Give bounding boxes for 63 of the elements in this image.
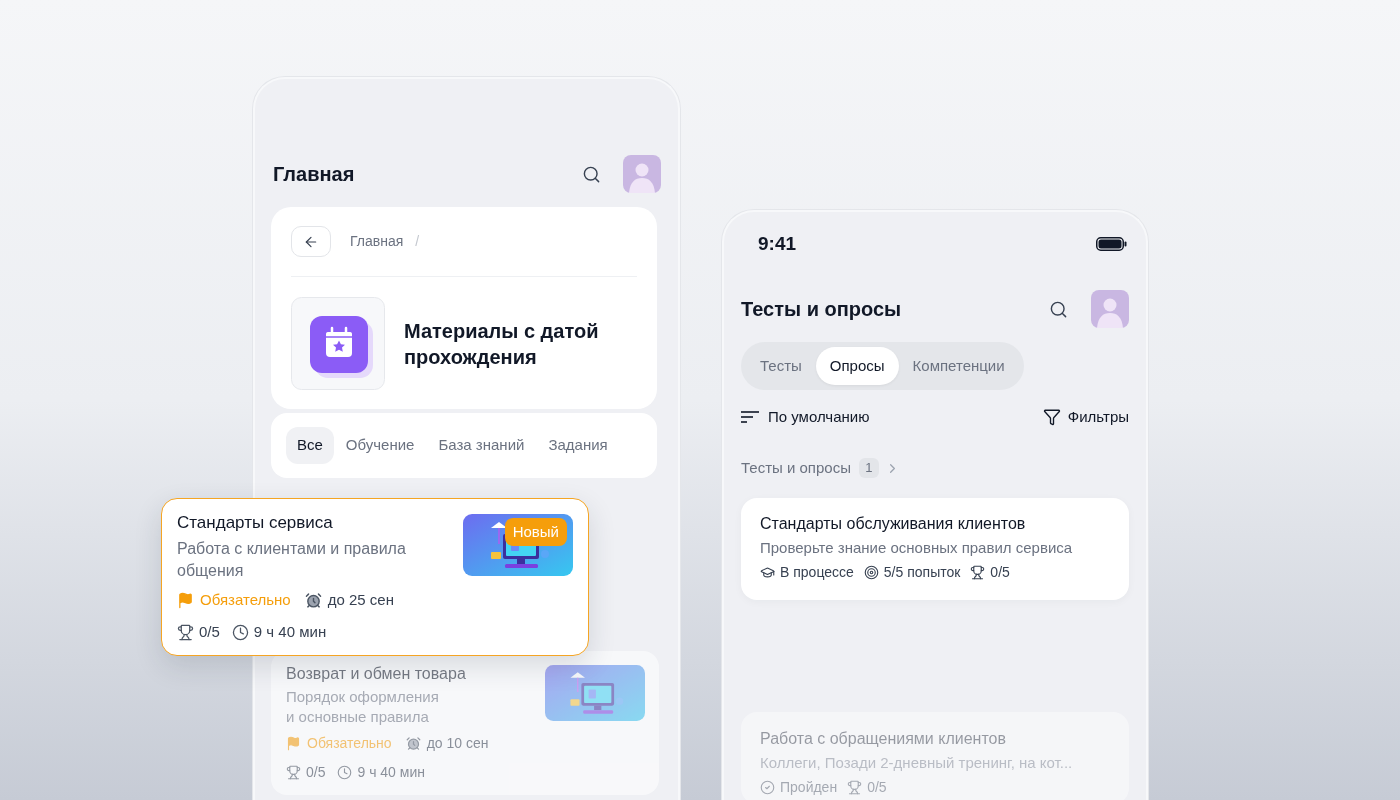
alarm-clock-icon: [304, 591, 322, 609]
sort-button[interactable]: По умолчанию: [741, 405, 870, 429]
page-title: Главная: [273, 162, 355, 187]
sort-icon: [741, 411, 759, 423]
count-badge: 1: [858, 458, 879, 478]
target-icon: [863, 564, 879, 580]
deadline-text: до 25 сен: [327, 590, 394, 610]
test-title: Стандарты обслуживания клиентов: [760, 514, 1027, 534]
deadline-text: до 10 сен: [426, 734, 489, 753]
meta-text: 0/5: [867, 778, 887, 797]
search-icon[interactable]: [1049, 299, 1068, 319]
filter-button[interactable]: Фильтры: [1042, 405, 1129, 429]
course-card[interactable]: Возврат и обмен товара Порядок оформления и основные правила Обязательно до 10 сен 0/5 9 ч 40 мин: [271, 651, 659, 795]
status-time: 9:41: [758, 231, 797, 256]
battery-icon: [1096, 237, 1127, 251]
check-circle-icon: [760, 779, 775, 795]
trophy-icon: [286, 764, 301, 780]
flag-icon: [177, 591, 194, 609]
course-title: Стандарты сервиса: [177, 512, 334, 534]
clock-icon: [337, 764, 353, 780]
search-icon[interactable]: [582, 164, 601, 184]
filter-icon: [1042, 408, 1061, 426]
new-badge: Новый: [504, 518, 567, 546]
tab[interactable]: Обучение: [333, 427, 427, 464]
course-title: Возврат и обмен товара: [286, 664, 467, 684]
back-button[interactable]: [291, 226, 331, 257]
score-text: 0/5: [199, 622, 220, 642]
test-description: Коллеги, Позади 2-дневный тренинг, на кот...: [760, 753, 1074, 773]
page-title: Тесты и опросы: [741, 297, 902, 322]
meta-text: В процессе: [780, 563, 854, 582]
trophy-icon: [847, 779, 863, 795]
duration-text: 9 ч 40 мин: [253, 622, 327, 642]
clock-icon: [231, 623, 249, 641]
section-title: Материалы с датой прохождения: [404, 318, 600, 370]
tab[interactable]: Компетенции: [898, 347, 1019, 385]
avatar-icon[interactable]: [1091, 290, 1129, 328]
alarm-clock-icon: [405, 735, 421, 751]
avatar-icon[interactable]: [623, 155, 661, 193]
test-description: Проверьте знание основных правил сервиса: [760, 538, 1074, 558]
course-description: Работа с клиентами и правила общения: [177, 539, 407, 581]
score-text: 0/5: [306, 763, 326, 782]
trophy-icon: [177, 623, 194, 641]
breadcrumb-separator: /: [415, 232, 420, 251]
graduation-cap-icon: [760, 564, 775, 580]
meta-text: 5/5 попыток: [883, 563, 961, 582]
test-title: Работа с обращениями клиентов: [760, 729, 1007, 749]
trophy-icon: [970, 564, 986, 580]
tab[interactable]: Опросы: [815, 347, 899, 385]
required-label: Обязательно: [307, 734, 392, 753]
tab[interactable]: Задания: [536, 427, 620, 464]
required-label: Обязательно: [200, 590, 291, 610]
test-card[interactable]: Стандарты обслуживания клиентов Проверьте знание основных правил сервиса В процессе 5/5 попыток 0/5: [741, 498, 1129, 600]
tab[interactable]: База знаний: [426, 427, 537, 464]
tab[interactable]: Тесты: [746, 347, 816, 385]
meta-text: 0/5: [990, 563, 1010, 582]
course-card[interactable]: Стандарты сервиса Работа с клиентами и правила общения Обязательно до 25 сен 0/5 9 ч 40 мин Новый: [161, 498, 589, 656]
section-link[interactable]: Тесты и опросы 1: [741, 458, 900, 478]
flag-icon: [286, 735, 301, 751]
meta-text: Пройден: [780, 778, 838, 797]
course-description: Порядок оформления и основные правила: [286, 687, 440, 727]
tab[interactable]: Все: [286, 427, 334, 464]
duration-text: 9 ч 40 мин: [357, 763, 425, 782]
breadcrumb-link[interactable]: Главная: [350, 231, 404, 252]
